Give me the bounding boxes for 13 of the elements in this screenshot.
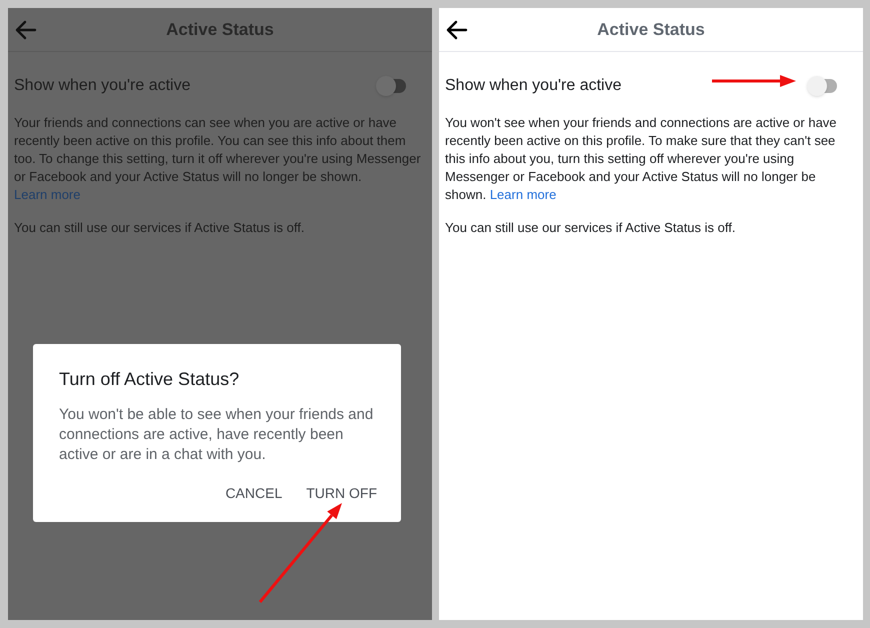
- description-text: Your friends and connections can see when you are active or have recently been active on this profile. You can see this info about them too. To change this setting, turn it off wherever you're using Messenger or Facebook and your Active Status will no longer be shown. Learn more: [13, 114, 422, 204]
- dialog-button[interactable]: TURN OFF: [306, 483, 377, 504]
- screen-title: Active Status: [597, 18, 705, 41]
- note-text: You can still use our services if Active Status is off.: [13, 219, 306, 237]
- screen-title: Active Status: [166, 18, 274, 41]
- learn-more-link[interactable]: Learn more: [490, 187, 556, 202]
- description-text: You won't see when your friends and connections are active or have recently been active on this profile. To make sure that they can't see this info about you, turn this setting off wherever you're using Messenger or Facebook and your Active Status will no longer be shown. Learn more: [444, 114, 838, 204]
- note-text: You can still use our services if Active Status is off.: [444, 219, 736, 237]
- dialog-title: Turn off Active Status?: [59, 368, 240, 391]
- dialog-button[interactable]: CANCEL: [225, 483, 282, 504]
- dialog-message: You won't be able to see when your friends and connections are active, have recently been active or are in a chat with you.: [59, 405, 374, 465]
- setting-label: Show when you're active: [14, 76, 190, 96]
- setting-label: Show when you're active: [445, 76, 622, 96]
